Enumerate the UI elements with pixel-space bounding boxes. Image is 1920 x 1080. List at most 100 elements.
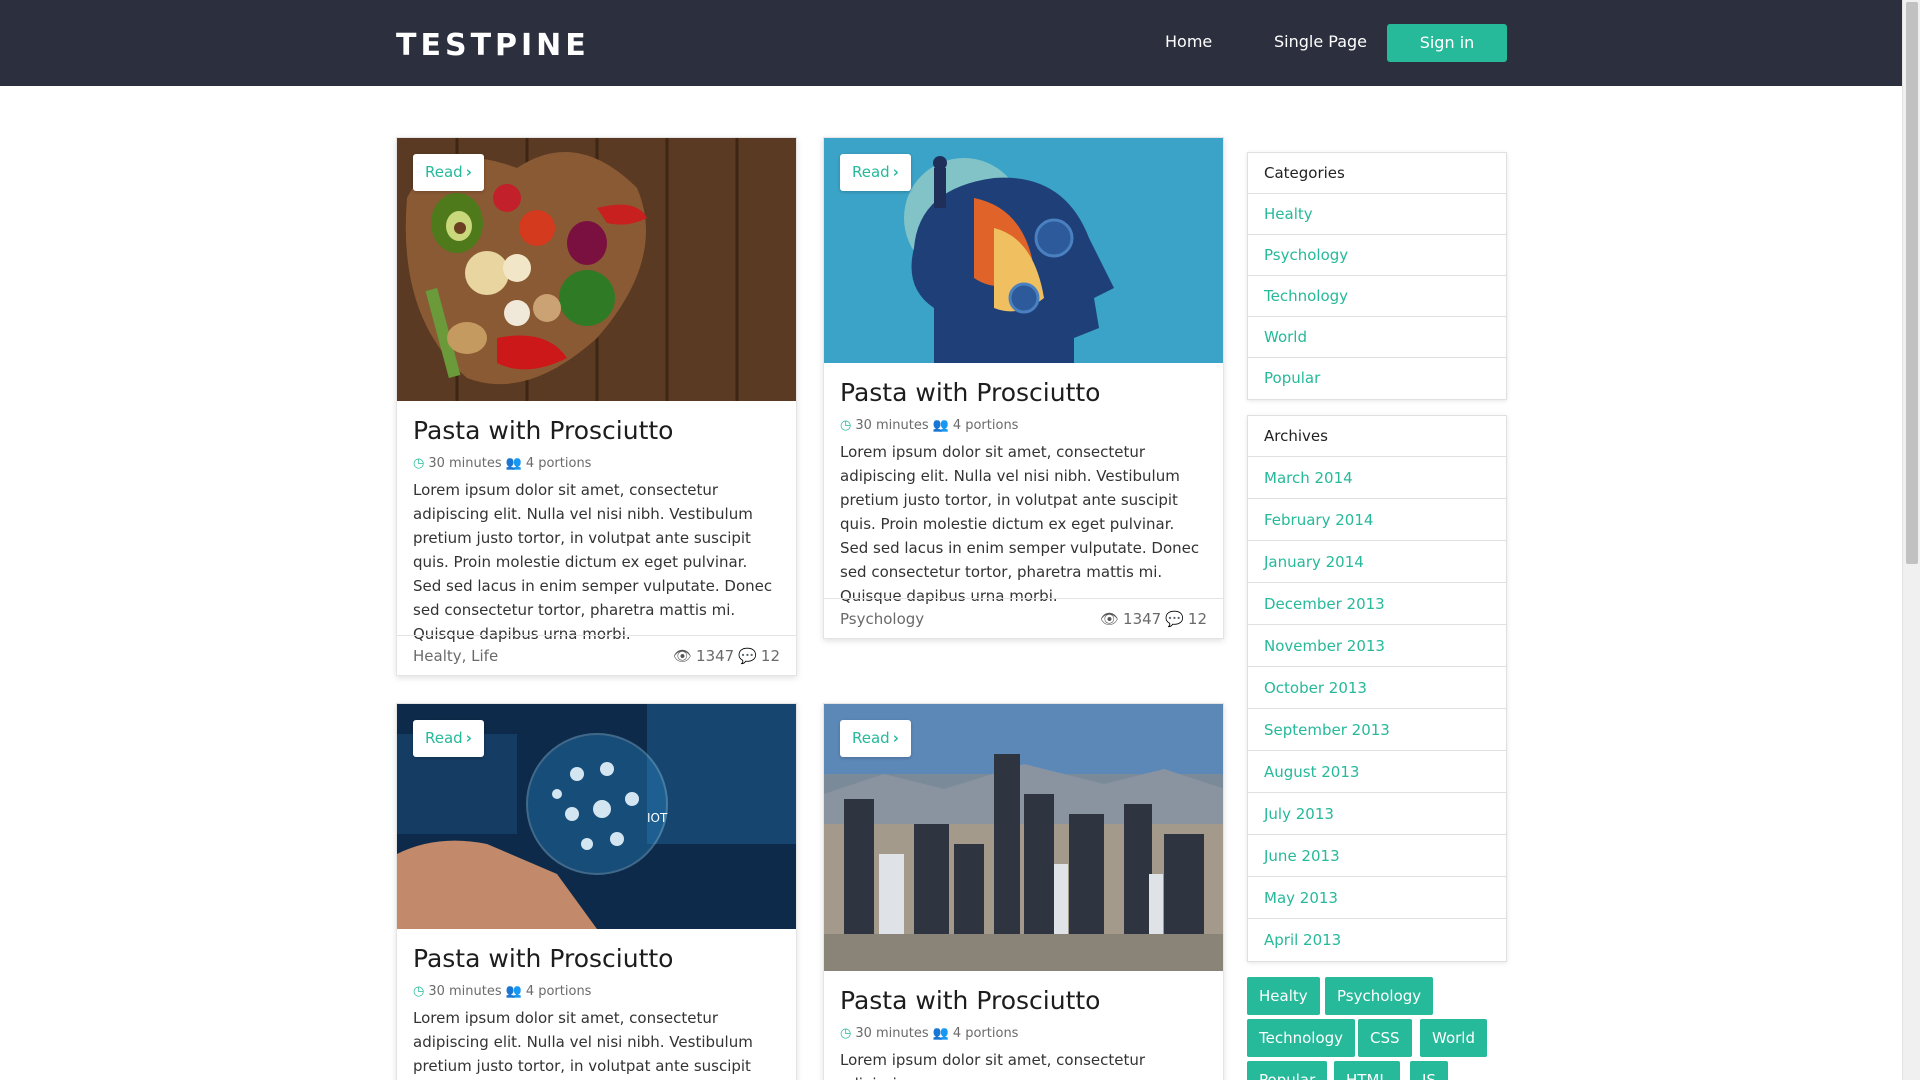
post-body: Pasta with Prosciutto ◷ 30 minutes 👥 4 p… xyxy=(840,377,1207,608)
post-card: Read › Pasta with Prosciutto ◷ 30 minutes… xyxy=(823,137,1224,639)
eye-icon: 👁 xyxy=(1099,609,1120,628)
post-image[interactable]: IOT Read › xyxy=(397,704,796,929)
post-title[interactable]: Pasta with Prosciutto xyxy=(413,415,780,447)
clock-icon: ◷ xyxy=(840,1026,852,1041)
users-icon: 👥 xyxy=(932,1026,949,1041)
post-categories: Psychology xyxy=(840,609,925,628)
read-button[interactable]: Read › xyxy=(840,154,911,191)
chevron-right-icon: › xyxy=(465,729,472,747)
clock-icon: ◷ xyxy=(413,456,425,471)
categories-title: Categories xyxy=(1248,153,1506,194)
post-time: 30 minutes xyxy=(428,456,502,471)
post-portions: 4 portions xyxy=(952,1026,1019,1041)
post-meta: ◷ 30 minutes 👥 4 portions xyxy=(413,455,780,473)
post-categories: Healty, Life xyxy=(413,646,499,665)
post-footer: Psychology 👁 1347 💬 12 xyxy=(824,598,1223,638)
post-body: Pasta with Prosciutto ◷ 30 minutes 👥 4 p… xyxy=(413,415,780,646)
categories-panel: Categories Healty Psychology Technology … xyxy=(1247,152,1507,400)
comment-icon: 💬 xyxy=(738,646,757,665)
nav-link-home[interactable]: Home xyxy=(1165,30,1212,54)
view-count: 1347 xyxy=(1123,609,1162,628)
comment-count: 12 xyxy=(1187,609,1207,628)
nav-link-single-page[interactable]: Single Page xyxy=(1274,30,1367,54)
tag-item[interactable]: JS xyxy=(1410,1061,1448,1080)
post-description: Lorem ipsum dolor sit amet, consectetur … xyxy=(413,1009,753,1075)
brand-logo[interactable]: TESTPINE xyxy=(396,28,590,64)
archive-item[interactable]: March 2014 xyxy=(1248,457,1506,499)
post-card: IOT Read › Pasta with Prosciutto ◷ 30 min… xyxy=(396,703,797,1080)
tag-item[interactable]: Psychology xyxy=(1325,977,1434,1015)
post-title[interactable]: Pasta with Prosciutto xyxy=(840,985,1207,1017)
post-image[interactable]: Read › xyxy=(824,704,1223,971)
archive-item[interactable]: December 2013 xyxy=(1248,583,1506,625)
navbar: TESTPINE Home Single Page Sign in xyxy=(0,0,1902,86)
archive-item[interactable]: January 2014 xyxy=(1248,541,1506,583)
sign-in-button[interactable]: Sign in xyxy=(1387,24,1507,62)
post-portions: 4 portions xyxy=(525,456,592,471)
archive-item[interactable]: September 2013 xyxy=(1248,709,1506,751)
post-time: 30 minutes xyxy=(428,984,502,999)
post-card: Read › Pasta with Prosciutto ◷ 30 minutes… xyxy=(396,137,797,676)
post-time: 30 minutes xyxy=(855,1026,929,1041)
tag-item[interactable]: Popular xyxy=(1247,1061,1328,1080)
archive-item[interactable]: October 2013 xyxy=(1248,667,1506,709)
category-item[interactable]: Healty xyxy=(1248,194,1506,235)
tag-item[interactable]: Healty xyxy=(1247,977,1320,1015)
post-time: 30 minutes xyxy=(855,418,929,433)
category-item[interactable]: Technology xyxy=(1248,276,1506,317)
users-icon: 👥 xyxy=(505,984,522,999)
category-item[interactable]: Psychology xyxy=(1248,235,1506,276)
post-stats: 👁 1347 💬 12 xyxy=(1100,610,1207,628)
archive-item[interactable]: February 2014 xyxy=(1248,499,1506,541)
post-portions: 4 portions xyxy=(525,984,592,999)
post-description: Lorem ipsum dolor sit amet, consectetur … xyxy=(413,481,773,643)
read-button[interactable]: Read › xyxy=(413,720,484,757)
archive-item[interactable]: June 2013 xyxy=(1248,835,1506,877)
chevron-right-icon: › xyxy=(892,729,899,747)
post-title[interactable]: Pasta with Prosciutto xyxy=(413,943,780,975)
post-card: Read › Pasta with Prosciutto ◷ 30 minutes… xyxy=(823,703,1224,1080)
clock-icon: ◷ xyxy=(413,984,425,999)
read-button[interactable]: Read › xyxy=(413,154,484,191)
tag-item[interactable]: CSS xyxy=(1358,1019,1412,1057)
comment-icon: 💬 xyxy=(1165,609,1184,628)
read-button[interactable]: Read › xyxy=(840,720,911,757)
post-body: Pasta with Prosciutto ◷ 30 minutes 👥 4 p… xyxy=(840,985,1207,1080)
post-meta: ◷ 30 minutes 👥 4 portions xyxy=(840,1025,1207,1043)
post-stats: 👁 1347 💬 12 xyxy=(673,647,780,665)
view-count: 1347 xyxy=(696,646,735,665)
scrollbar-thumb[interactable] xyxy=(1906,2,1918,564)
users-icon: 👥 xyxy=(505,456,522,471)
archive-item[interactable]: April 2013 xyxy=(1248,919,1506,961)
comment-count: 12 xyxy=(760,646,780,665)
post-meta: ◷ 30 minutes 👥 4 portions xyxy=(840,417,1207,435)
archive-item[interactable]: May 2013 xyxy=(1248,877,1506,919)
post-footer: Healty, Life 👁 1347 💬 12 xyxy=(397,635,796,675)
archive-item[interactable]: November 2013 xyxy=(1248,625,1506,667)
post-image[interactable]: Read › xyxy=(824,138,1223,363)
archives-title: Archives xyxy=(1248,416,1506,457)
category-item[interactable]: Popular xyxy=(1248,358,1506,399)
tag-item[interactable]: Technology xyxy=(1247,1019,1356,1057)
eye-icon: 👁 xyxy=(672,646,693,665)
svg-text:IOT: IOT xyxy=(647,811,668,825)
category-item[interactable]: World xyxy=(1248,317,1506,358)
post-portions: 4 portions xyxy=(952,418,1019,433)
archives-panel: Archives March 2014 February 2014 Januar… xyxy=(1247,415,1507,962)
post-image[interactable]: Read › xyxy=(397,138,796,401)
clock-icon: ◷ xyxy=(840,418,852,433)
page: TESTPINE Home Single Page Sign in Read ›… xyxy=(0,0,1920,1080)
post-meta: ◷ 30 minutes 👥 4 portions xyxy=(413,983,780,1001)
vertical-scrollbar[interactable] xyxy=(1902,0,1920,1080)
post-title[interactable]: Pasta with Prosciutto xyxy=(840,377,1207,409)
users-icon: 👥 xyxy=(932,418,949,433)
archive-item[interactable]: August 2013 xyxy=(1248,751,1506,793)
post-description: Lorem ipsum dolor sit amet, consectetur … xyxy=(840,443,1200,605)
tag-item[interactable]: World xyxy=(1420,1019,1487,1057)
post-body: Pasta with Prosciutto ◷ 30 minutes 👥 4 p… xyxy=(413,943,780,1080)
chevron-right-icon: › xyxy=(892,163,899,181)
post-description: Lorem ipsum dolor sit amet, consectetur … xyxy=(840,1051,1146,1080)
chevron-right-icon: › xyxy=(465,163,472,181)
archive-item[interactable]: July 2013 xyxy=(1248,793,1506,835)
tag-item[interactable]: HTML xyxy=(1334,1061,1400,1080)
